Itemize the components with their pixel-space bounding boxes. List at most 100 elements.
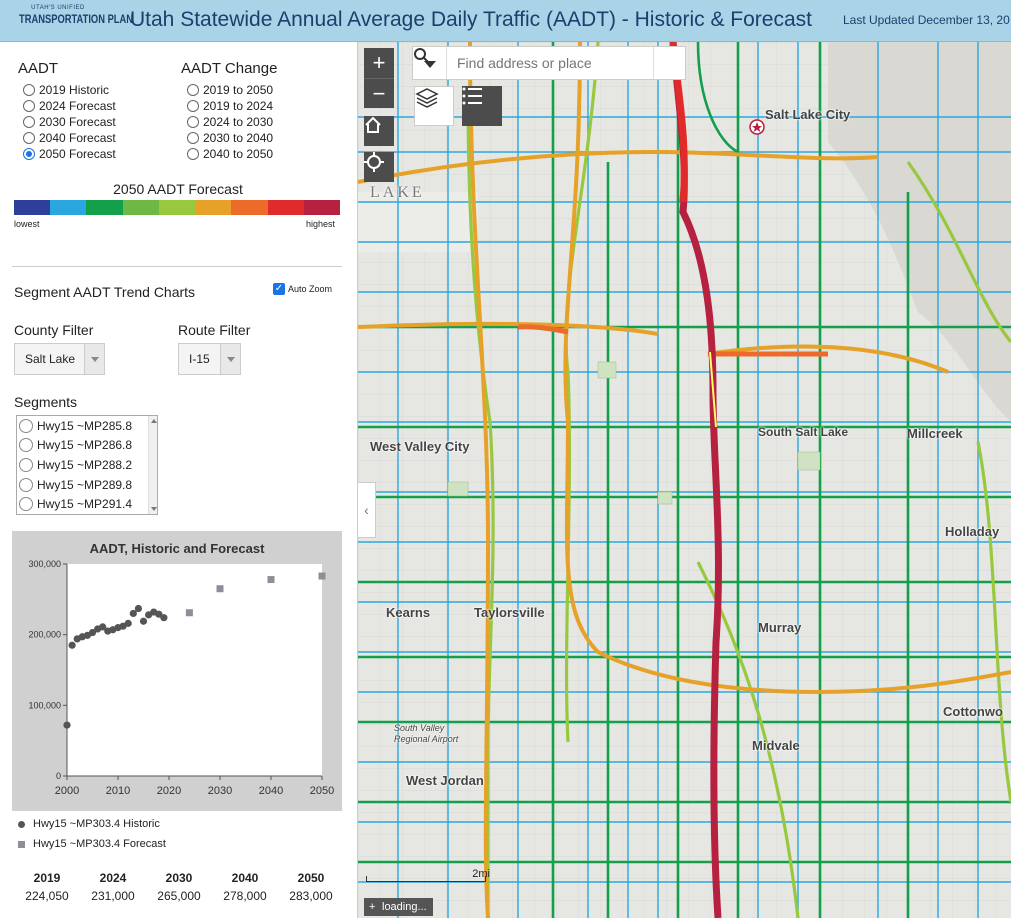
- scale-bar-label: 2mi: [472, 868, 490, 880]
- summary-year: 2050: [297, 871, 325, 885]
- y-tick-label: 100,000: [28, 700, 61, 710]
- aadt-change-option[interactable]: 2024 to 2030: [187, 114, 273, 130]
- x-tick-label: 2040: [259, 785, 283, 797]
- chevron-down-icon: [220, 344, 240, 374]
- segment-item[interactable]: Hwy15 ~MP289.8: [17, 475, 157, 495]
- logo-big-text: TRANSPORTATION PLAN: [19, 12, 134, 26]
- radio-unchecked-icon: [19, 457, 33, 472]
- radio-unchecked-icon: [187, 148, 199, 160]
- summary-value: 278,000: [223, 889, 267, 903]
- y-tick-label: 200,000: [28, 630, 61, 640]
- map-label-west-valley-city: West Valley City: [370, 439, 470, 454]
- segments-title: Segments: [14, 394, 78, 410]
- map-label-taylorsville: Taylorsville: [474, 605, 545, 620]
- aadt-chart-panel: AADT, Historic and Forecast 0 100,000 200,0…: [12, 531, 342, 811]
- chevron-left-icon: ‹: [364, 502, 369, 518]
- search-button[interactable]: [414, 47, 685, 79]
- zoom-in-button[interactable]: +: [364, 48, 394, 78]
- logo-small-text: UTAH'S UNIFIED: [31, 5, 85, 11]
- legend-swatch: [303, 200, 340, 215]
- aadt-change-option[interactable]: 2030 to 2040: [187, 130, 273, 146]
- aadt-option[interactable]: 2024 Forecast: [23, 98, 116, 114]
- legend-high-label: highest: [306, 219, 336, 229]
- legend-color-ramp: [14, 200, 340, 215]
- historic-data-point: [63, 721, 71, 729]
- auto-zoom-checkbox[interactable]: ✓ Auto Zoom: [273, 283, 332, 295]
- aadt-change-option-label: 2024 to 2030: [203, 115, 274, 129]
- x-tick-label: 2020: [157, 785, 181, 797]
- map-view[interactable]: + − Salt Lake City LAKE West Valley City…: [358, 42, 1011, 918]
- collapse-sidebar-button[interactable]: ‹: [358, 482, 376, 538]
- legend-swatch: [267, 200, 304, 215]
- segment-item[interactable]: Hwy15 ~MP286.8: [17, 436, 157, 456]
- map-label-millcreek: Millcreek: [907, 426, 963, 441]
- map-label-murray: Murray: [758, 620, 802, 635]
- aadt-change-group-title: AADT Change: [181, 60, 278, 77]
- radio-unchecked-icon: [187, 84, 199, 96]
- forecast-data-point: [216, 585, 224, 593]
- legend-historic: Hwy15 ~MP303.4 Historic: [18, 814, 166, 834]
- aadt-option[interactable]: 2019 Historic: [23, 82, 109, 98]
- radio-unchecked-icon: [19, 438, 33, 453]
- route-filter-select[interactable]: I-15: [178, 343, 241, 375]
- radio-unchecked-icon: [23, 132, 35, 144]
- aadt-change-option-label: 2030 to 2040: [203, 131, 274, 145]
- locate-button[interactable]: [364, 152, 394, 182]
- aadt-change-option-label: 2019 to 2050: [203, 83, 274, 97]
- aadt-change-option[interactable]: 2019 to 2050: [187, 82, 273, 98]
- home-button[interactable]: [364, 116, 394, 146]
- radio-unchecked-icon: [19, 418, 33, 433]
- segment-item[interactable]: Hwy15 ~MP288.2: [17, 455, 157, 475]
- legend-swatch: [86, 200, 123, 215]
- chevron-down-icon: [84, 344, 104, 374]
- forecast-data-point: [185, 609, 193, 617]
- legend-title: 2050 AADT Forecast: [113, 181, 243, 197]
- aadt-change-option[interactable]: 2019 to 2024: [187, 98, 273, 114]
- x-tick-label: 2010: [106, 785, 130, 797]
- summary-value: 265,000: [157, 889, 201, 903]
- summary-year: 2040: [231, 871, 259, 885]
- aadt-option[interactable]: 2040 Forecast: [23, 130, 116, 146]
- segment-item[interactable]: Hwy15 ~MP291.4: [17, 494, 157, 514]
- y-tick-label: 300,000: [28, 559, 61, 569]
- map-label-holladay: Holladay: [945, 524, 1000, 539]
- layers-button[interactable]: [414, 86, 454, 126]
- map-label-lake: LAKE: [370, 184, 425, 201]
- aadt-change-option-label: 2019 to 2024: [203, 99, 274, 113]
- search-widget: [412, 46, 686, 80]
- aadt-change-option[interactable]: 2040 to 2050: [187, 146, 273, 162]
- aadt-option[interactable]: 2050 Forecast: [23, 146, 116, 162]
- aadt-option-label: 2019 Historic: [39, 83, 110, 97]
- aadt-group-title: AADT: [18, 60, 59, 77]
- zoom-out-button[interactable]: −: [364, 78, 394, 108]
- route-filter-value: I-15: [189, 352, 210, 366]
- aadt-summary-table: 2019 2024 2030 2040 2050 224,050 231,000 265,0…: [14, 871, 344, 907]
- segments-list[interactable]: Hwy15 ~MP285.8 Hwy15 ~MP286.8 Hwy15 ~MP288…: [16, 415, 158, 515]
- app-header: UTAH'S UNIFIED TRANSPORTATION PLAN Utah …: [0, 0, 1011, 42]
- county-filter-label: County Filter: [14, 322, 94, 338]
- layers-icon: [415, 88, 439, 108]
- county-filter-select[interactable]: Salt Lake: [14, 343, 105, 375]
- x-tick-label: 2000: [55, 785, 79, 797]
- map-label-midvale: Midvale: [752, 738, 800, 753]
- chart-legend: Hwy15 ~MP303.4 Historic Hwy15 ~MP303.4 F…: [18, 814, 166, 854]
- x-tick-label: 2050: [310, 785, 334, 797]
- segment-item[interactable]: Hwy15 ~MP285.8: [17, 416, 157, 436]
- list-icon: [462, 87, 482, 105]
- checkbox-checked-icon: ✓: [273, 283, 285, 295]
- historic-data-point: [68, 641, 76, 649]
- search-input[interactable]: [447, 47, 653, 79]
- radio-unchecked-icon: [19, 477, 33, 492]
- aadt-option-label: 2024 Forecast: [39, 99, 116, 113]
- map-label-south-salt-lake: South Salt Lake: [758, 425, 849, 439]
- radio-checked-icon: [23, 148, 35, 160]
- summary-year: 2024: [99, 871, 127, 885]
- aadt-option-label: 2040 Forecast: [39, 131, 116, 145]
- segments-scrollbar[interactable]: [148, 416, 157, 514]
- legend-swatch: [158, 200, 196, 215]
- aadt-option[interactable]: 2030 Forecast: [23, 114, 116, 130]
- scale-bar-line: [366, 876, 486, 882]
- forecast-data-point: [267, 576, 275, 584]
- sidebar-divider: [12, 266, 342, 267]
- legend-list-button[interactable]: [462, 86, 502, 126]
